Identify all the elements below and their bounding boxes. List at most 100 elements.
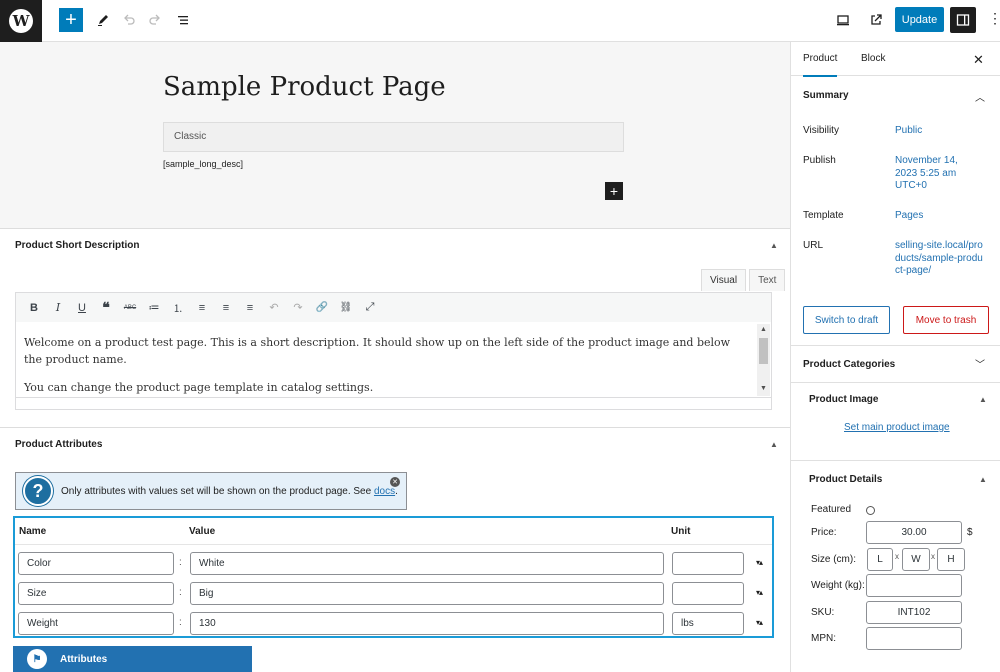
blockquote-icon[interactable]: ❝ (94, 296, 118, 320)
classic-block[interactable]: Classic (163, 122, 624, 152)
update-button[interactable]: Update (895, 7, 944, 32)
attribute-unit-input[interactable] (672, 552, 744, 575)
sidebar-tabs: Product Block ✕ (791, 42, 1000, 77)
document-overview-button[interactable] (171, 8, 195, 32)
metabox-title: Product Attributes (15, 439, 103, 450)
preview-button[interactable] (831, 8, 855, 32)
mpn-input[interactable] (866, 627, 962, 650)
desktop-icon (837, 15, 849, 26)
weight-input[interactable] (866, 574, 962, 597)
sort-handle-icon[interactable]: ▾▴ (756, 618, 763, 627)
link-icon[interactable]: 🔗 (310, 296, 334, 320)
view-page-button[interactable] (864, 8, 888, 32)
attribute-unit-input[interactable] (672, 582, 744, 605)
attribute-unit-input[interactable]: lbs (672, 612, 744, 635)
tab-block[interactable]: Block (861, 42, 885, 76)
attribute-value-input[interactable]: White (190, 552, 664, 575)
notice-text: Only attributes with values set will be … (61, 486, 398, 497)
redo-icon[interactable]: ↷ (286, 296, 310, 320)
page-title[interactable]: Sample Product Page (163, 72, 446, 102)
summary-panel-title[interactable]: Summary (803, 90, 849, 101)
help-icon: ? (23, 476, 53, 506)
publish-date-value[interactable]: November 14, 2023 5:25 am UTC+0 (895, 155, 965, 193)
price-input[interactable]: 30.00 (866, 521, 962, 544)
attribute-value-input[interactable]: Big (190, 582, 664, 605)
chevron-up-icon[interactable]: ︿ (975, 89, 985, 104)
inline-add-block-button[interactable]: + (605, 182, 623, 200)
editor-canvas: Sample Product Page Classic [sample_long… (0, 42, 790, 229)
move-to-trash-button[interactable]: Move to trash (903, 306, 989, 334)
attributes-footer-bar[interactable]: ⚑ Attributes (13, 646, 252, 672)
wordpress-logo[interactable]: W (0, 0, 42, 42)
add-block-button[interactable]: + (59, 8, 83, 32)
size-width-input[interactable]: W (902, 548, 930, 571)
categories-panel-title[interactable]: Product Categories (803, 359, 895, 370)
scroll-down-icon[interactable]: ▼ (760, 385, 767, 392)
featured-label: Featured (811, 504, 852, 515)
close-icon[interactable]: ✕ (973, 52, 984, 68)
editor-content[interactable]: Welcome on a product test page. This is … (15, 322, 772, 398)
collapse-caret-icon[interactable]: ▲ (770, 440, 778, 449)
collapse-caret-icon[interactable]: ▲ (979, 475, 987, 484)
undo-button[interactable] (117, 8, 141, 32)
collapse-caret-icon[interactable]: ▲ (770, 241, 778, 250)
visibility-value[interactable]: Public (895, 125, 985, 138)
paragraph: Welcome on a product test page. This is … (24, 336, 731, 366)
unlink-icon[interactable]: ⛓ (334, 296, 358, 320)
sort-handle-icon[interactable]: ▾▴ (756, 588, 763, 597)
align-left-icon[interactable]: ≡ (190, 296, 214, 320)
collapse-caret-icon[interactable]: ▲ (979, 395, 987, 404)
align-right-icon[interactable]: ≡ (238, 296, 262, 320)
notice-message: Only attributes with values set will be … (61, 485, 374, 497)
header-divider (15, 544, 772, 545)
bold-icon[interactable]: B (22, 296, 46, 320)
editor-scrollbar[interactable]: ▲ ▼ (757, 324, 770, 396)
tab-text[interactable]: Text (749, 269, 786, 291)
scroll-thumb[interactable] (759, 338, 768, 364)
sku-input[interactable]: INT102 (866, 601, 962, 624)
attribute-name-input[interactable]: Size (18, 582, 174, 605)
options-menu-icon[interactable]: ⋮ (988, 11, 1000, 25)
size-height-input[interactable]: H (937, 548, 965, 571)
attribute-value-input[interactable]: 130 (190, 612, 664, 635)
template-value[interactable]: Pages (895, 210, 985, 223)
fullscreen-icon[interactable]: ⤢ (358, 296, 382, 320)
separator: : (179, 587, 182, 598)
wordpress-icon: W (9, 9, 33, 33)
strikethrough-icon[interactable]: ABC (118, 296, 142, 320)
paragraph: You can change the product page template… (24, 381, 374, 394)
attribute-name-input[interactable]: Color (18, 552, 174, 575)
sort-handle-icon[interactable]: ▾▴ (756, 558, 763, 567)
scroll-up-icon[interactable]: ▲ (760, 326, 767, 333)
switch-to-draft-button[interactable]: Switch to draft (803, 306, 890, 334)
attributes-metabox: Product Attributes ▲ ? Only attributes w… (0, 428, 790, 672)
tab-visual[interactable]: Visual (701, 269, 747, 291)
docs-link[interactable]: docs (374, 486, 395, 497)
table-row: Size : Big ▾▴ (15, 582, 772, 606)
undo-icon[interactable]: ↶ (262, 296, 286, 320)
chevron-down-icon[interactable]: ﹀ (975, 356, 985, 371)
divider (791, 345, 1000, 346)
attribute-name-input[interactable]: Weight (18, 612, 174, 635)
settings-toggle-button[interactable] (950, 7, 976, 33)
set-image-link[interactable]: Set main product image (844, 422, 950, 433)
featured-checkbox[interactable] (866, 506, 875, 515)
close-icon[interactable]: ✕ (390, 477, 400, 487)
editor-resize-handle[interactable] (15, 398, 772, 410)
table-row: Weight : 130 lbs ▾▴ (15, 612, 772, 636)
url-value[interactable]: selling-site.local/products/sample-produ… (895, 240, 985, 278)
tab-product[interactable]: Product (803, 42, 838, 77)
mpn-label: MPN: (811, 633, 836, 644)
size-length-input[interactable]: L (867, 548, 893, 571)
redo-button[interactable] (143, 8, 167, 32)
italic-icon[interactable]: I (46, 296, 70, 320)
bullet-list-icon[interactable]: ≔ (142, 296, 166, 320)
numbered-list-icon[interactable]: ⒈ (166, 296, 190, 320)
underline-icon[interactable]: U (70, 296, 94, 320)
column-header-unit: Unit (671, 526, 691, 537)
align-center-icon[interactable]: ≡ (214, 296, 238, 320)
price-label: Price: (811, 527, 837, 538)
edit-tools-button[interactable] (91, 8, 115, 32)
shortcode-text[interactable]: [sample_long_desc] (163, 159, 243, 169)
pencil-icon (98, 15, 108, 26)
